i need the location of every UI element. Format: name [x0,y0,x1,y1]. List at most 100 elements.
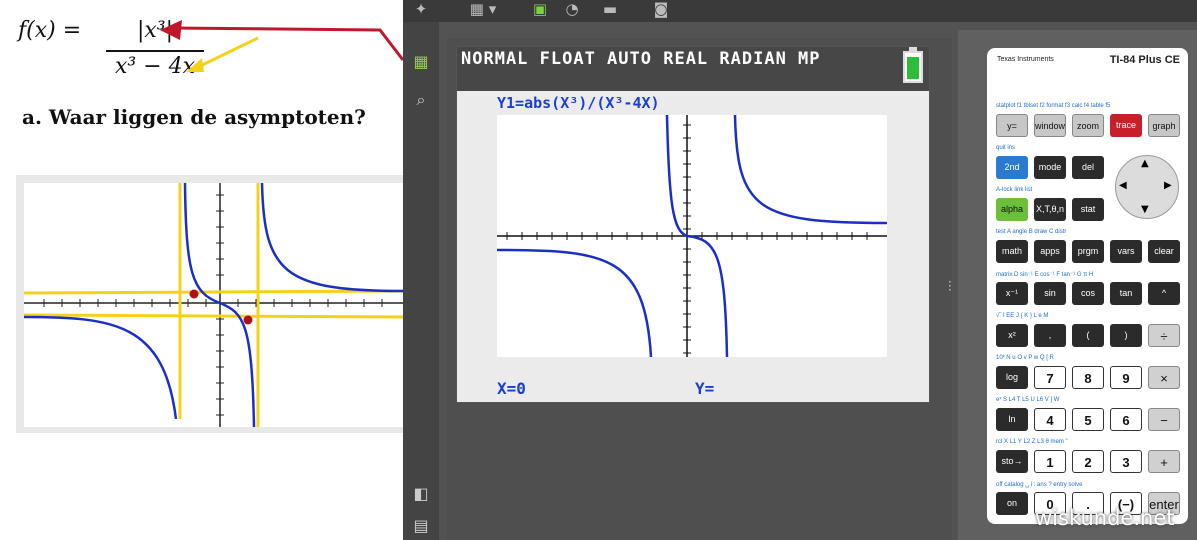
lesson-panel: f(x) = |x³| x³ − 4x a. Waar liggen de as… [0,0,403,540]
key-7[interactable]: 7 [1034,366,1066,389]
top-toolbar: ✦ ▦ ▾ ▣ ◔ ▬ ◙ [403,0,1197,22]
key-cos[interactable]: cos [1072,282,1104,305]
calculator-menu-button[interactable]: ▦ ▾ [463,0,503,20]
calculator-keypad-area: Texas Instruments TI-84 Plus CE statplot… [958,30,1197,540]
key-on[interactable]: on [996,492,1028,515]
key-6[interactable]: 6 [1110,408,1142,431]
key-clear[interactable]: clear [1148,240,1180,263]
screenshot-icon[interactable]: ◙ [649,0,673,20]
secondary-labels: 10ˣ N u O v P w Q [ R [996,355,1054,361]
key-log[interactable]: log [996,366,1028,389]
key-2[interactable]: 2 [1072,450,1104,473]
key-sin[interactable]: sin [1034,282,1066,305]
arrow-up-icon[interactable]: ▲ [1141,158,1149,169]
key-[interactable]: − [1148,408,1180,431]
brand-label: Texas Instruments [997,56,1054,63]
secondary-labels: test A angle B draw C distr [996,229,1067,235]
watermark: wiskunde.net [1035,506,1175,530]
direction-pad[interactable]: ▲ ▼ ◀ ▶ [1115,155,1179,219]
arrow-down-icon[interactable]: ▼ [1141,204,1149,215]
asymptote-y-neg [23,313,403,319]
sketch-curve-left [23,315,178,420]
key-[interactable]: ÷ [1148,324,1180,347]
red-annotation-line [169,26,403,61]
key-del[interactable]: del [1072,156,1104,179]
graph-plot [496,114,888,358]
key-1[interactable]: 1 [1034,450,1066,473]
sketch-graph [23,182,403,433]
key-zoom[interactable]: zoom [1072,114,1104,137]
emulator-icon[interactable]: ▣ [529,0,551,20]
battery-icon [903,47,923,83]
secondary-labels: eˣ S L4 T L5 U L6 V ] W [996,397,1060,403]
key-window[interactable]: window [1034,114,1066,137]
annotation-arrows [160,20,403,72]
key-apps[interactable]: apps [1034,240,1066,263]
key-tan[interactable]: tan [1110,282,1142,305]
key-[interactable]: ^ [1148,282,1180,305]
calculator-icon[interactable]: ▦ [409,50,433,74]
dropdown-panel-icon[interactable]: ▤ [409,514,433,538]
key-4[interactable]: 4 [1034,408,1066,431]
yellow-annotation-arrow [195,36,259,70]
status-bar: NORMAL FLOAT AUTO REAL RADIAN MP [457,47,929,91]
x-readout: X=0 [497,379,526,398]
secondary-labels: rcl X L1 Y L2 Z L3 θ mem " [996,439,1068,445]
app-logo-icon: ✦ [414,0,428,18]
key-3[interactable]: 3 [1110,450,1142,473]
key-x[interactable]: x⁻¹ [996,282,1028,305]
key-9[interactable]: 9 [1110,366,1142,389]
panel-toggle-icon[interactable]: ◧ [409,482,433,506]
search-icon[interactable]: ⌕ [409,88,433,112]
key-alpha[interactable]: alpha [996,198,1028,221]
key-5[interactable]: 5 [1072,408,1104,431]
layout-icon[interactable]: ▬ [597,0,623,20]
key-8[interactable]: 8 [1072,366,1104,389]
plot-curve-mid-right [686,234,729,358]
calculator-screen[interactable]: NORMAL FLOAT AUTO REAL RADIAN MP Y1=abs(… [456,46,930,403]
plot-curve-left [496,248,653,358]
plot-curve-mid-left [665,114,688,238]
function-line: Y1=abs(X³)/(X³-4X) [497,94,660,112]
secondary-labels: quit ins [996,145,1016,151]
secondary-labels: matrix D sin⁻¹ E cos⁻¹ F tan⁻¹ G π H [996,272,1094,278]
key-vars[interactable]: vars [1110,240,1142,263]
sketch-graph-svg [23,182,403,433]
red-point-right [243,315,253,325]
key-ln[interactable]: ln [996,408,1028,431]
key-[interactable]: + [1148,450,1180,473]
arrow-right-icon[interactable]: ▶ [1164,180,1172,191]
mode-status-text: NORMAL FLOAT AUTO REAL RADIAN MP [461,49,821,69]
key-x-t-n[interactable]: X,T,θ,n [1034,198,1066,221]
key-mode[interactable]: mode [1034,156,1066,179]
plot-curve-right [733,114,888,225]
resize-handle[interactable]: · · · [948,276,954,296]
key-y[interactable]: y= [996,114,1028,137]
key-trace[interactable]: trace [1110,114,1142,137]
key-[interactable]: , [1034,324,1066,347]
sketch-curve-right [260,182,403,293]
key-graph[interactable]: graph [1148,114,1180,137]
question-text: a. Waar liggen de asymptoten? [22,105,366,129]
arrow-left-icon[interactable]: ◀ [1119,180,1127,191]
key-stat[interactable]: stat [1072,198,1104,221]
sketch-ticks [43,194,383,416]
key-sto[interactable]: sto→ [996,450,1028,473]
key-press-icon[interactable]: ◔ [559,0,585,20]
model-label: TI-84 Plus CE [1109,54,1180,66]
key-math[interactable]: math [996,240,1028,263]
key-[interactable]: × [1148,366,1180,389]
key-2nd[interactable]: 2nd [996,156,1028,179]
key-x[interactable]: x² [996,324,1028,347]
key-[interactable]: ( [1072,324,1104,347]
sketch-curve-mid-left [183,182,221,305]
red-arrowhead [160,20,182,40]
secondary-labels: off catalog ␣ i : ans ? entry solve [996,482,1083,488]
key-[interactable]: ) [1110,324,1142,347]
left-sidebar: ▦ ⌕ ◧ ▤ [403,22,439,540]
emulator-app: ✦ ▦ ▾ ▣ ◔ ▬ ◙ ▦ ⌕ ◧ ▤ NORMAL FLOAT AUTO … [403,0,1197,540]
calculator-screen-area: NORMAL FLOAT AUTO REAL RADIAN MP Y1=abs(… [447,38,952,540]
asymptote-y-pos [23,289,403,295]
key-prgm[interactable]: prgm [1072,240,1104,263]
graph-plot-svg [496,114,888,358]
